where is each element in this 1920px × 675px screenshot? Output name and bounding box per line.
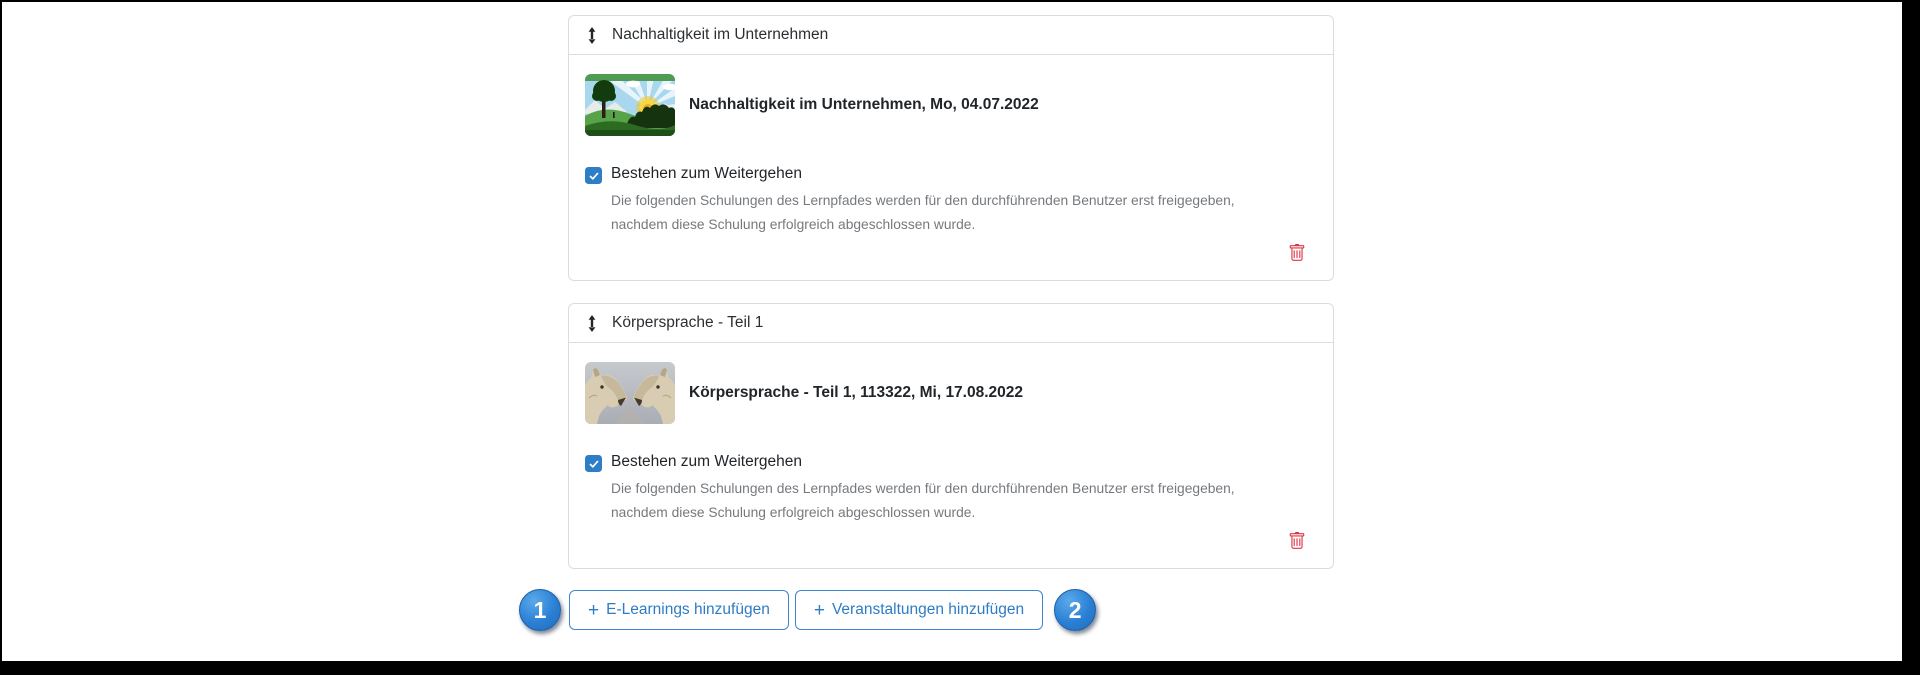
training-card-2: Körpersprache - Teil 1 Körpersprache - T… — [568, 303, 1334, 569]
training-card-1: Nachhaltigkeit im Unternehmen Nachhaltig… — [568, 15, 1334, 281]
annotation-badge-1: 1 — [519, 589, 561, 631]
training-card-1-body: Nachhaltigkeit im Unternehmen, Mo, 04.07… — [569, 55, 1333, 280]
checkbox-label[interactable]: Bestehen zum Weitergehen — [611, 165, 1295, 183]
checkbox-text-block: Bestehen zum Weitergehen Die folgenden S… — [611, 165, 1295, 237]
add-elearnings-label: E-Learnings hinzufügen — [606, 601, 770, 618]
training-title: Nachhaltigkeit im Unternehmen, Mo, 04.07… — [689, 96, 1039, 113]
training-title: Körpersprache - Teil 1, 113322, Mi, 17.0… — [689, 384, 1024, 401]
checkbox-description: Die folgenden Schulungen des Lernpfades … — [611, 481, 1235, 520]
page-background: Nachhaltigkeit im Unternehmen Nachhaltig… — [2, 2, 1902, 661]
drag-handle-icon[interactable] — [585, 26, 599, 44]
training-thumbnail-sheep — [585, 362, 675, 424]
training-thumbnail-landscape — [585, 74, 675, 136]
learning-path-column: Nachhaltigkeit im Unternehmen Nachhaltig… — [519, 15, 1334, 631]
add-elearnings-button[interactable]: + E-Learnings hinzufügen — [569, 590, 789, 630]
plus-icon: + — [813, 599, 825, 621]
card-header-title: Nachhaltigkeit im Unternehmen — [612, 26, 829, 43]
delete-training-icon[interactable] — [1288, 244, 1306, 262]
annotation-badge-2: 2 — [1054, 589, 1097, 631]
checkbox-label[interactable]: Bestehen zum Weitergehen — [611, 453, 1295, 471]
checkbox-description: Die folgenden Schulungen des Lernpfades … — [611, 193, 1235, 232]
pass-to-proceed-checkbox[interactable] — [585, 167, 602, 184]
drag-handle-icon[interactable] — [585, 314, 599, 332]
add-events-label: Veranstaltungen hinzufügen — [831, 601, 1025, 618]
training-card-2-header: Körpersprache - Teil 1 — [569, 304, 1333, 343]
add-events-button[interactable]: + Veranstaltungen hinzufügen — [794, 590, 1044, 630]
plus-icon: + — [588, 599, 600, 621]
training-card-1-header: Nachhaltigkeit im Unternehmen — [569, 16, 1333, 55]
card-header-title: Körpersprache - Teil 1 — [612, 314, 764, 331]
pass-to-proceed-checkbox[interactable] — [585, 455, 602, 472]
training-card-2-body: Körpersprache - Teil 1, 113322, Mi, 17.0… — [569, 343, 1333, 568]
add-actions-row: 1 + E-Learnings hinzufügen + Veranstaltu… — [519, 589, 1334, 631]
delete-training-icon[interactable] — [1288, 532, 1306, 550]
checkbox-text-block: Bestehen zum Weitergehen Die folgenden S… — [611, 453, 1295, 525]
screenshot-root: { "cards": [ { "header": "Nachhaltigkeit… — [0, 0, 1920, 675]
